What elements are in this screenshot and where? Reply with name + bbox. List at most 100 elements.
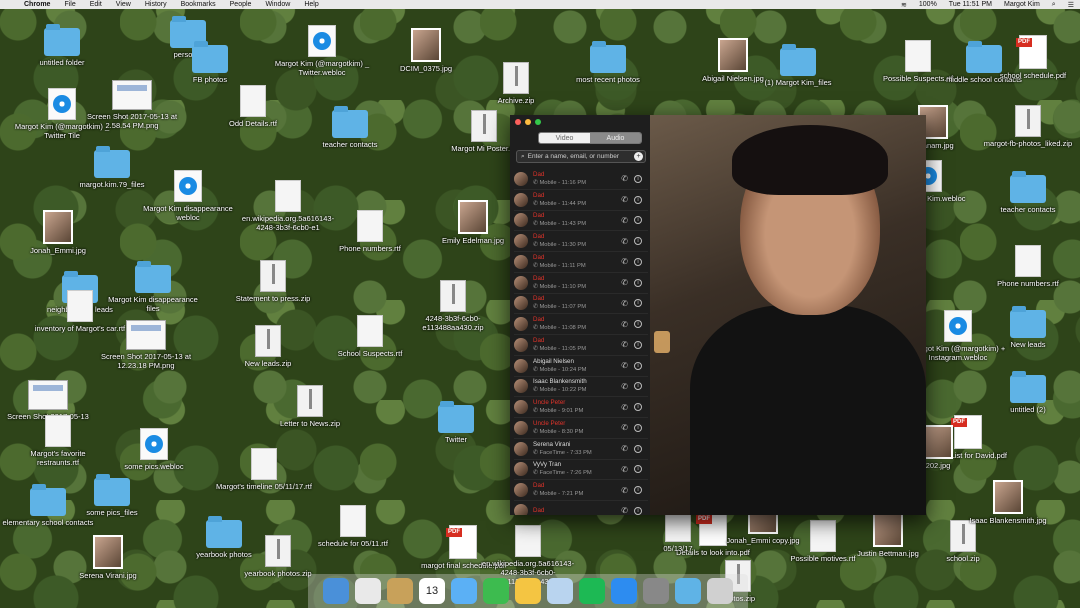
close-button[interactable] xyxy=(515,119,521,125)
desktop-icon-zip[interactable]: Archive.zip xyxy=(468,62,564,105)
desktop-icon-folder[interactable]: (1) Margot Kim_files xyxy=(750,44,846,87)
phone-icon[interactable]: ✆ xyxy=(621,340,628,349)
desktop-icon-img[interactable]: DCIM_0375.jpg xyxy=(378,28,474,73)
desktop-icon-folder[interactable]: some pics_files xyxy=(64,474,160,517)
desktop-icon-folder[interactable]: FB photos xyxy=(162,41,258,84)
desktop-icon-zip[interactable]: Letter to News.zip xyxy=(262,385,358,428)
spotify-icon[interactable] xyxy=(579,578,605,604)
phone-icon[interactable]: ✆ xyxy=(621,216,628,225)
desktop-icon-folder[interactable]: Twitter xyxy=(408,401,504,444)
desktop-icon-pdf[interactable]: PDF school schedule.pdf xyxy=(985,35,1080,80)
desktop-icon-zip[interactable]: 4248-3b3f-6cb0-e113488aa430.zip xyxy=(405,280,501,332)
phone-icon[interactable]: ✆ xyxy=(621,195,628,204)
info-icon[interactable]: i xyxy=(634,340,642,349)
chrome-icon[interactable] xyxy=(355,578,381,604)
info-icon[interactable]: i xyxy=(634,382,642,391)
menu-history[interactable]: History xyxy=(145,1,167,8)
info-icon[interactable]: i xyxy=(634,216,642,225)
zoom-button[interactable] xyxy=(535,119,541,125)
call-row[interactable]: Dad ✆ Mobile - 11:10 PM ✆ i xyxy=(514,273,648,294)
desktop-icon-webloc[interactable]: some pics.webloc xyxy=(106,428,202,471)
desktop-icon-zip[interactable]: Statement to press.zip xyxy=(225,260,321,303)
search-icon[interactable]: ⌕ xyxy=(1052,1,1056,9)
call-row[interactable]: Dad ✆ Mobile - 11:05 PM ✆ i xyxy=(514,335,648,356)
notification-center-icon[interactable]: ☰ xyxy=(1068,1,1074,9)
desktop-icon-doc[interactable]: School Suspects.rtf xyxy=(322,315,418,358)
desktop-icon-img[interactable]: Serena Virani.jpg xyxy=(60,535,156,580)
call-row[interactable]: Dad ✆ Mobile - 11:07 PM ✆ i xyxy=(514,294,648,315)
info-icon[interactable]: i xyxy=(634,361,642,370)
finder-icon[interactable] xyxy=(323,578,349,604)
tab-video[interactable]: Video xyxy=(539,133,590,143)
add-contact-icon[interactable]: + xyxy=(634,152,643,161)
menu-edit[interactable]: Edit xyxy=(90,1,102,8)
desktop-icon-webloc[interactable]: Margot Kim (@margotkim) _ Twitter.webloc xyxy=(274,25,370,77)
tab-audio[interactable]: Audio xyxy=(590,133,641,143)
phone-icon[interactable]: ✆ xyxy=(621,278,628,287)
clock[interactable]: Tue 11:51 PM xyxy=(949,1,992,8)
desktop-icon-img[interactable]: Jonah_Emmi.jpg xyxy=(10,210,106,255)
call-row[interactable]: Dad ✆ Mobile - 11:11 PM ✆ i xyxy=(514,252,648,273)
phone-icon[interactable]: ✆ xyxy=(621,403,628,412)
desktop-icon-folder[interactable]: untitled folder xyxy=(14,24,110,67)
menu-view[interactable]: View xyxy=(116,1,131,8)
appstore-icon[interactable] xyxy=(611,578,637,604)
phone-icon[interactable]: ✆ xyxy=(621,257,628,266)
info-icon[interactable]: i xyxy=(634,237,642,246)
facetime-icon[interactable] xyxy=(483,578,509,604)
phone-icon[interactable]: ✆ xyxy=(621,320,628,329)
desktop-icon-zip[interactable]: yearbook photos.zip xyxy=(230,535,326,578)
phone-icon[interactable]: ✆ xyxy=(621,361,628,370)
info-icon[interactable]: i xyxy=(634,195,642,204)
info-icon[interactable]: i xyxy=(634,257,642,266)
search-field[interactable]: ⌕ Enter a name, email, or number + xyxy=(516,150,646,163)
phone-icon[interactable]: ✆ xyxy=(621,237,628,246)
desktop-icon-shot[interactable]: Screen Shot 2017-05-13 at 2.58.54 PM.png xyxy=(84,80,180,130)
desktop-icon-doc[interactable]: Phone numbers.rtf xyxy=(322,210,418,253)
desktop-icon-doc[interactable]: Phone numbers.rtf xyxy=(980,245,1076,288)
call-row[interactable]: VyVy Tran ✆ FaceTime - 7:26 PM ✆ i xyxy=(514,460,648,481)
wifi-icon[interactable]: ≋ xyxy=(901,1,907,9)
phone-icon[interactable]: ✆ xyxy=(621,382,628,391)
phone-icon[interactable]: ✆ xyxy=(621,465,628,474)
call-row[interactable]: Serena Virani ✆ FaceTime - 7:33 PM ✆ i xyxy=(514,439,648,460)
trash-icon[interactable] xyxy=(707,578,733,604)
desktop-icon-folder[interactable]: most recent photos xyxy=(560,41,656,84)
info-icon[interactable]: i xyxy=(634,299,642,308)
menu-help[interactable]: Help xyxy=(304,1,318,8)
call-row[interactable]: Isaac Blankensmith ✆ Mobile - 10:22 PM ✆ i xyxy=(514,377,648,398)
minimize-button[interactable] xyxy=(525,119,531,125)
phone-icon[interactable]: ✆ xyxy=(621,174,628,183)
call-row[interactable]: Dad ✆ Mobile - 11:30 PM ✆ i xyxy=(514,231,648,252)
desktop-icon-shot[interactable]: Screen Shot 2017-05-13 at 12.23.18 PM.pn… xyxy=(98,320,194,370)
menu-window[interactable]: Window xyxy=(265,1,290,8)
menu-file[interactable]: File xyxy=(64,1,75,8)
phone-icon[interactable]: ✆ xyxy=(621,444,628,453)
battery-status[interactable]: 100% xyxy=(919,1,937,8)
info-icon[interactable]: i xyxy=(634,403,642,412)
calendar-icon[interactable]: 13 xyxy=(419,578,445,604)
call-row[interactable]: Uncle Peter ✆ Mobile - 8:30 PM ✆ i xyxy=(514,418,648,439)
desktop-icon-doc[interactable]: 05/13/17 xyxy=(630,510,726,553)
desktop-icon-folder[interactable]: New leads xyxy=(980,306,1076,349)
info-icon[interactable]: i xyxy=(634,278,642,287)
phone-icon[interactable]: ✆ xyxy=(621,506,628,515)
call-row[interactable]: Dad ✆ i xyxy=(514,501,648,515)
desktop-icon-img[interactable]: Isaac Blankensmith.jpg xyxy=(960,480,1056,525)
desktop-icon-img[interactable]: Emily Edelman.jpg xyxy=(425,200,521,245)
desktop-icon-zip[interactable]: margot-fb-photos_liked.zip xyxy=(980,105,1076,148)
info-icon[interactable]: i xyxy=(634,320,642,329)
info-icon[interactable]: i xyxy=(634,465,642,474)
desktop-icon-doc[interactable]: Margot's timeline 05/11/17.rtf xyxy=(216,448,312,491)
info-icon[interactable]: i xyxy=(634,423,642,432)
desktop-icon-zip[interactable]: school.zip xyxy=(915,520,1011,563)
call-row[interactable]: Abigail Nielsen ✆ Mobile - 10:24 PM ✆ i xyxy=(514,356,648,377)
call-row[interactable]: Uncle Peter ✆ Mobile - 9:01 PM ✆ i xyxy=(514,397,648,418)
menu-people[interactable]: People xyxy=(230,1,252,8)
user-name[interactable]: Margot Kim xyxy=(1004,1,1040,8)
settings-icon[interactable] xyxy=(643,578,669,604)
phone-icon[interactable]: ✆ xyxy=(621,299,628,308)
call-row[interactable]: Dad ✆ Mobile - 7:21 PM ✆ i xyxy=(514,480,648,501)
downloads-folder-icon[interactable] xyxy=(675,578,701,604)
menu-bookmarks[interactable]: Bookmarks xyxy=(181,1,216,8)
